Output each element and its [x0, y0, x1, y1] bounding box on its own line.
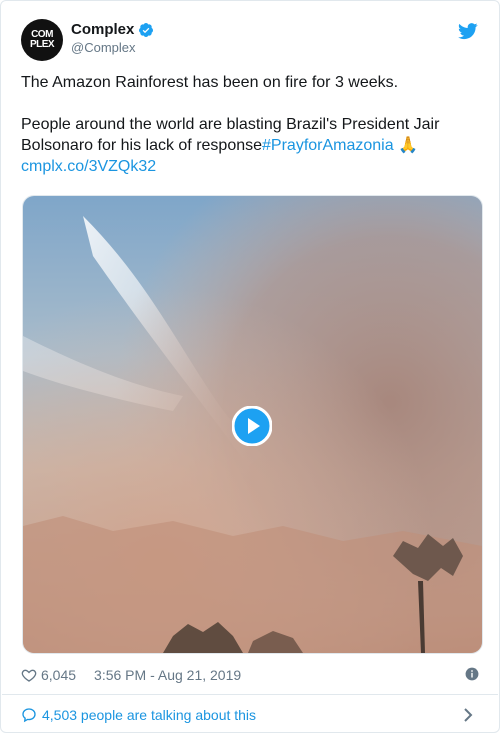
- author-handle[interactable]: @Complex: [71, 40, 154, 55]
- conversation-link[interactable]: 4,503 people are talking about this: [21, 703, 479, 727]
- pray-emoji: 🙏: [398, 137, 419, 154]
- hashtag-link[interactable]: #PrayforAmazonia: [262, 137, 394, 154]
- info-icon[interactable]: [465, 667, 479, 681]
- talking-count[interactable]: 4,503 people are talking about this: [42, 707, 256, 723]
- timestamp[interactable]: 3:56 PM - Aug 21, 2019: [94, 667, 241, 683]
- tweet-paragraph-2: People around the world are blasting Bra…: [21, 114, 481, 156]
- avatar-logo-line2: PLEX: [29, 39, 55, 50]
- tweet-line-1: The Amazon Rainforest has been on fire f…: [21, 74, 399, 91]
- tweet-text: The Amazon Rainforest has been on fire f…: [21, 72, 481, 177]
- avatar[interactable]: COM PLEX: [21, 19, 63, 61]
- short-url-link[interactable]: cmplx.co/3VZQk32: [21, 158, 156, 175]
- video-thumbnail[interactable]: [22, 195, 483, 654]
- chevron-right-icon[interactable]: [463, 708, 473, 722]
- reply-bubble-icon: [22, 708, 36, 723]
- verified-badge-icon: [139, 22, 154, 37]
- like-count[interactable]: 6,045: [41, 667, 76, 683]
- twitter-bird-icon[interactable]: [457, 21, 479, 41]
- play-icon[interactable]: [232, 406, 272, 446]
- divider: [2, 694, 498, 695]
- author-name-row[interactable]: Complex: [71, 21, 154, 38]
- author-display-name[interactable]: Complex: [71, 21, 134, 38]
- author-names: Complex @Complex: [71, 21, 154, 55]
- tweet-meta: 6,045 3:56 PM - Aug 21, 2019: [21, 665, 479, 685]
- tweet-card: COM PLEX Complex @Complex The Amazon Rai…: [0, 0, 500, 733]
- heart-icon[interactable]: [21, 667, 37, 683]
- tweet-header: COM PLEX Complex @Complex: [21, 19, 479, 63]
